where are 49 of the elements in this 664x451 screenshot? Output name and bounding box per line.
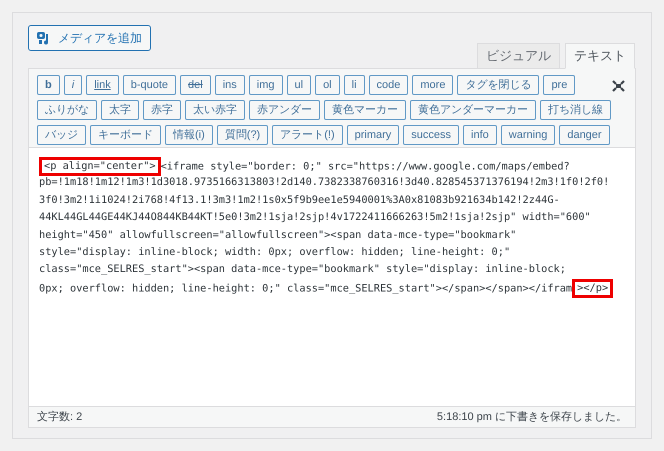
code-text: <p align="center"> [39,157,161,176]
quicktag-button[interactable]: アラート(!) [272,125,343,145]
code-text: height="450" allowfullscreen="allowfullscreen"><span data-mce-type="bookmark" [39,228,516,241]
quicktag-button[interactable]: li [344,75,365,95]
editor-tab[interactable]: テキスト [565,43,635,69]
quicktag-button[interactable]: info [463,125,497,145]
quicktag-button[interactable]: バッジ [37,125,86,145]
quicktag-button[interactable]: primary [346,125,400,145]
quicktag-button[interactable]: 情報(i) [165,125,213,145]
fullscreen-icon[interactable] [612,80,625,92]
quicktag-button[interactable]: ins [214,75,245,95]
code-text: 3f0!3m2!1i1024!2i768!4f13.1!3m3!1m2!1s0x5f9b9ee1e5940001%3A0x81083b921634b142!2z44G- [39,194,560,206]
quicktag-button[interactable]: more [412,75,454,95]
quicktag-button[interactable]: 赤字 [143,100,181,120]
quicktag-button[interactable]: ol [315,75,340,95]
quicktag-button[interactable]: del [180,75,211,95]
code-text: 44KL44GL44GE44KJ44O844KB44KT!5e0!3m2!1sja!2sjp!4v1722411666263!5m2!1sja!2sjp" width="600" [39,211,591,224]
quicktag-button[interactable]: 黄色マーカー [324,100,406,120]
quicktag-button[interactable]: 太字 [101,100,139,120]
quicktag-button[interactable]: キーボード [90,125,161,145]
word-count: 文字数: 2 [37,410,82,425]
quicktag-button[interactable]: b [37,75,60,95]
add-media-button[interactable]: メディアを追加 [28,25,151,51]
quicktag-button[interactable]: img [248,75,282,95]
quicktag-button[interactable]: 質問(?) [216,125,268,145]
quicktag-button[interactable]: danger [559,125,610,145]
quicktag-button[interactable]: 打ち消し線 [540,100,611,120]
code-text: 0px; overflow: hidden; line-height: 0;" class="mce_SELRES_start"></span></span></ifram [39,282,572,294]
code-text: class="mce_SELRES_start"><span data-mce-type="bookmark" style="display: inline-block; [39,263,566,276]
code-editor[interactable] [28,148,636,406]
quicktag-button[interactable]: i [64,75,82,95]
quicktag-button[interactable]: b-quote [122,75,176,95]
editor-tab[interactable]: ビジュアル [477,43,560,68]
quicktag-button[interactable]: 黄色アンダーマーカー [410,100,536,120]
save-status: 5:18:10 pm に下書きを保存しました。 [436,410,627,425]
code-text: ></p> [572,278,614,298]
code-text: style="display: inline-block; width: 0px; overflow: hidden; line-height: 0;" [39,246,510,258]
quicktag-button[interactable]: ul [286,75,312,95]
quicktag-button[interactable]: タグを閉じる [457,75,540,95]
quicktag-button[interactable]: ふりがな [37,100,97,120]
quicktag-button[interactable]: warning [500,125,556,145]
quicktag-button[interactable]: code [368,75,408,95]
code-text: <iframe style="border: 0;" src="https://www.google.com/maps/embed? [160,160,570,172]
quicktag-button[interactable]: 赤アンダー [249,100,320,120]
quicktag-button[interactable]: pre [543,75,576,95]
quicktag-button[interactable]: link [86,75,119,95]
quicktag-button[interactable]: success [403,125,460,145]
quicktag-button[interactable]: 太い赤字 [185,100,245,120]
code-text: pb=!1m18!1m12!1m3!1d3018.9735166313803!2d140.7382338760316!3d40.828545371376194!2m3!1f0!2f0! [39,176,610,188]
